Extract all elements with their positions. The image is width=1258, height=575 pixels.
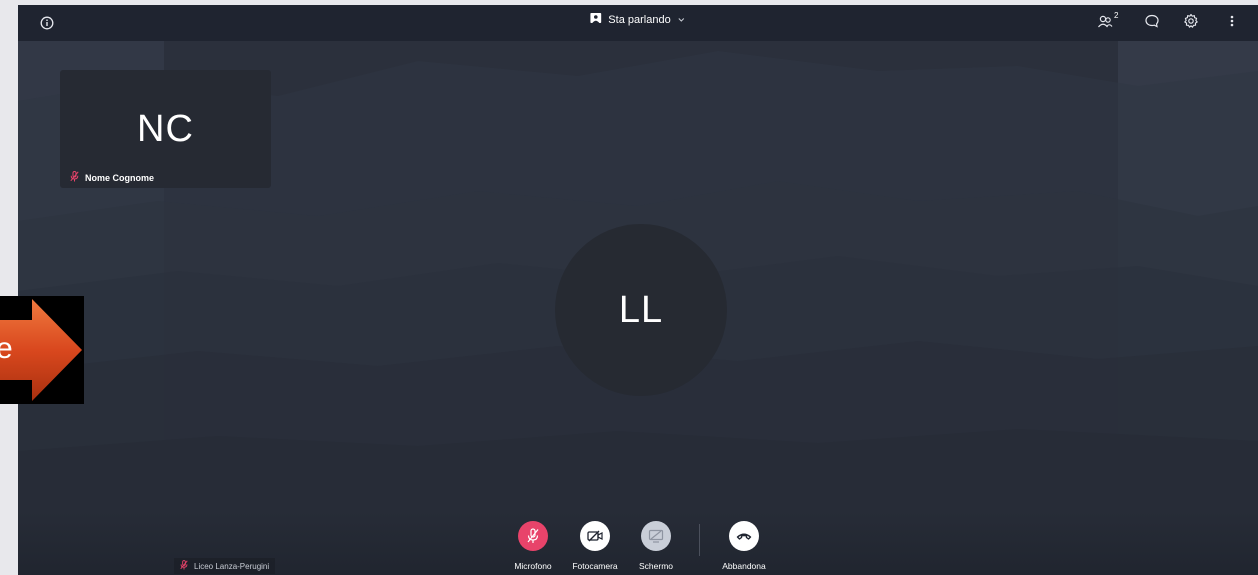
top-bar: Sta parlando 2 (18, 5, 1258, 41)
arrow-overlay: e (0, 296, 84, 404)
main-speaker-initials: LL (618, 288, 664, 331)
mic-off-icon (180, 560, 188, 572)
mic-off-icon (70, 171, 79, 184)
view-label: Sta parlando (608, 13, 671, 26)
microphone-button[interactable]: Microfono (503, 521, 563, 571)
self-name-tag: Liceo Lanza-Perugini (174, 558, 276, 574)
controls-divider (699, 524, 700, 556)
microphone-label: Microfono (514, 561, 552, 571)
chevron-down-icon (678, 14, 686, 26)
participants-count: 2 (1114, 11, 1119, 20)
gear-icon (1183, 13, 1199, 34)
screen-share-button[interactable]: Schermo (626, 521, 686, 571)
hang-up-icon (729, 521, 759, 551)
view-selector[interactable]: Sta parlando (590, 13, 685, 26)
leave-label: Abbandona (722, 561, 766, 571)
mic-off-icon (518, 521, 548, 551)
participant-initials: NC (137, 108, 194, 150)
arrow-text: e (0, 332, 13, 365)
participant-name: Nome Cognome (85, 172, 155, 183)
screen-share-icon (641, 521, 671, 551)
camera-label: Fotocamera (572, 561, 618, 571)
settings-button[interactable] (1178, 11, 1204, 35)
video-stage: NC Nome Cognome LL Liceo Lanza-Perugini … (18, 41, 1258, 575)
meeting-window: Sta parlando 2 NC Nome Cognome LL Liceo … (18, 5, 1258, 575)
participant-thumbnail[interactable]: NC Nome Cognome (60, 70, 271, 188)
camera-off-icon (580, 521, 610, 551)
chat-icon (1144, 13, 1160, 34)
self-name: Liceo Lanza-Perugini (194, 561, 270, 571)
leave-button[interactable]: Abbandona (714, 521, 774, 571)
main-speaker-avatar: LL (555, 224, 727, 396)
more-options-button[interactable] (1219, 11, 1245, 35)
participants-button[interactable]: 2 (1094, 11, 1120, 35)
speaker-view-icon (590, 13, 602, 26)
info-icon[interactable] (34, 11, 60, 35)
more-vertical-icon (1230, 14, 1234, 33)
chat-button[interactable] (1139, 11, 1165, 35)
participant-name-tag: Nome Cognome (70, 171, 154, 184)
camera-button[interactable]: Fotocamera (565, 521, 625, 571)
screen-label: Schermo (638, 561, 673, 571)
